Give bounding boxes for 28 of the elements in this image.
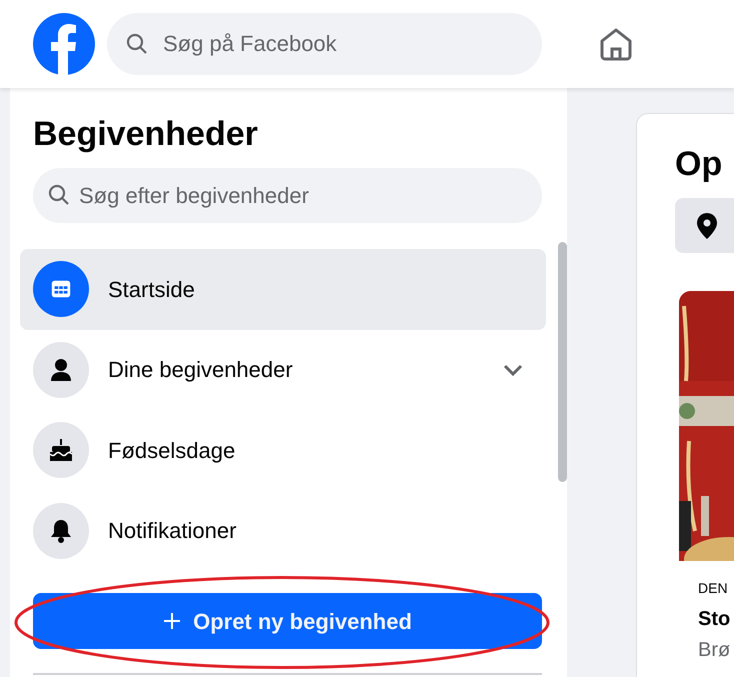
nav-item[interactable]: Fødselsdage: [20, 410, 546, 490]
search-icon: [47, 183, 71, 207]
home-icon[interactable]: [598, 26, 634, 62]
chevron-down-icon[interactable]: [503, 364, 524, 376]
nav-item[interactable]: Startside: [20, 249, 546, 330]
section-title: Op: [675, 144, 724, 184]
calendar-icon: [50, 278, 72, 300]
nav-label: Dine begivenheder: [108, 356, 294, 384]
nav-item[interactable]: Notifikationer: [20, 490, 546, 571]
location-chip[interactable]: [675, 198, 734, 253]
nav-label: Fødselsdage: [108, 436, 236, 465]
person-icon: [50, 358, 72, 382]
nav-label: Notifikationer: [108, 517, 238, 546]
event-place: Brø: [697, 638, 732, 663]
search-icon: [125, 32, 149, 56]
nav-item[interactable]: Dine begivenheder: [20, 330, 546, 410]
plus-icon: [163, 612, 182, 630]
create-event-button[interactable]: Opret ny begivenhed: [33, 593, 542, 649]
location-pin-icon: [697, 212, 717, 238]
event-name: Sto: [697, 607, 732, 632]
bell-icon: [50, 518, 72, 543]
event-date: DEN: [697, 579, 729, 598]
logo-icon: [33, 13, 95, 75]
cake-icon: [48, 438, 74, 462]
nav-label: Startside: [108, 276, 196, 304]
sidebar-title: Begivenheder: [33, 114, 259, 154]
event-search-field[interactable]: Søg efter begivenheder: [33, 168, 542, 223]
search-field[interactable]: Søg på Facebook: [107, 13, 542, 75]
